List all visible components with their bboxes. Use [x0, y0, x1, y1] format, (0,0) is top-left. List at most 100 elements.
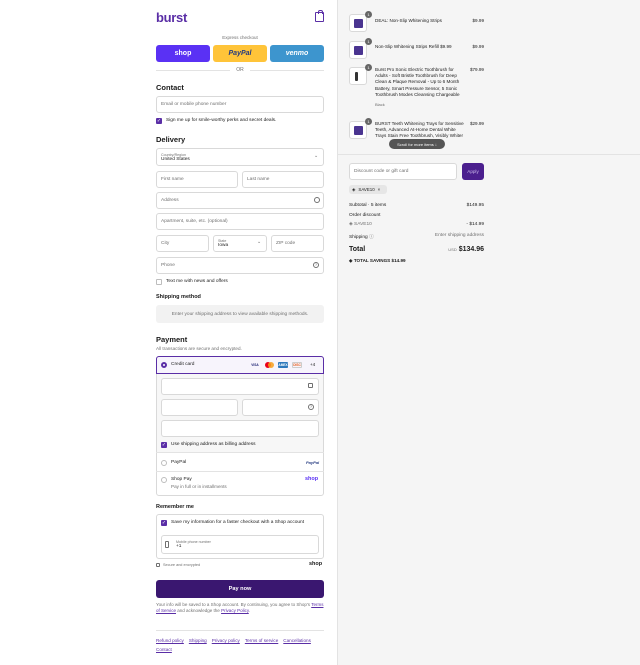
close-icon[interactable]: ×	[378, 187, 381, 192]
credit-card-label: Credit card	[171, 362, 195, 367]
quantity-badge: 1	[365, 118, 372, 125]
pay-now-button[interactable]: Pay now	[156, 580, 324, 598]
quantity-badge: 1	[365, 11, 372, 18]
save-info-label: Save my information for a faster checkou…	[171, 520, 305, 525]
search-icon	[314, 197, 320, 203]
help-icon[interactable]: ?	[308, 404, 314, 410]
quantity-badge: 1	[365, 38, 372, 45]
burst-logo[interactable]: burst	[156, 10, 187, 25]
privacy-policy-link[interactable]: Privacy policy	[212, 638, 240, 643]
apartment-field[interactable]: Apartment, suite, etc. (optional)	[156, 213, 324, 230]
help-icon[interactable]: ?	[313, 262, 319, 268]
shipping-link[interactable]: Shipping	[189, 638, 207, 643]
total-row: Total USD $134.96	[349, 246, 484, 253]
more-cards-badge: +4	[310, 362, 316, 367]
chevron-down-icon: ⌄	[314, 153, 319, 159]
mobile-phone-field[interactable]: Mobile phone number +1	[161, 535, 319, 554]
phone-field[interactable]: Phone	[156, 257, 324, 274]
last-name-field[interactable]: Last name	[242, 171, 324, 188]
legal-text-1: Your info will be saved to a Shop accoun…	[156, 602, 311, 607]
credit-card-radio[interactable]	[161, 362, 167, 368]
shop-pay-button[interactable]: shop	[156, 45, 210, 62]
country-select[interactable]: Country/Region United States	[156, 148, 324, 166]
order-discount-row: Order discount	[349, 213, 484, 218]
city-field[interactable]: City	[156, 235, 209, 252]
payment-subtitle: All transactions are secure and encrypte…	[156, 346, 242, 351]
tag-icon: ◈	[352, 186, 356, 192]
zip-field[interactable]: ZIP code	[271, 235, 324, 252]
subtotal-value: $149.95	[466, 203, 484, 208]
product-thumbnail	[349, 67, 367, 85]
cancellations-link[interactable]: Cancellations	[283, 638, 311, 643]
paypal-button[interactable]: PayPal	[213, 45, 267, 62]
save-info-checkbox[interactable]: ✓	[161, 520, 167, 526]
checkout-form-panel: burst Express checkout shop PayPal venmo…	[0, 0, 337, 665]
total-label: Total	[349, 246, 366, 253]
footer-divider	[156, 630, 324, 631]
privacy-link[interactable]: Privacy Policy	[221, 608, 249, 613]
footer-links: Refund policy Shipping Privacy policy Terms…	[156, 636, 324, 654]
refund-policy-link[interactable]: Refund policy	[156, 638, 184, 643]
signup-checkbox[interactable]: ✓	[156, 118, 162, 124]
amex-icon: AMEX	[278, 362, 288, 368]
discount-code-row: ◈ SAVE10 - $14.99	[349, 222, 484, 227]
country-value: United States	[161, 156, 190, 162]
terms-of-service-link[interactable]: Terms of service	[245, 638, 278, 643]
shop-pay-radio[interactable]	[161, 477, 167, 483]
email-field[interactable]: Email or mobile phone number	[156, 96, 324, 113]
discount-value: - $14.99	[466, 222, 484, 227]
lock-icon	[308, 383, 313, 388]
shop-logo: shop	[309, 561, 323, 567]
shop-pay-label[interactable]: Shop Pay	[171, 477, 192, 482]
total-savings: ◈ TOTAL SAVINGS $14.99	[349, 258, 406, 264]
expiration-field[interactable]	[161, 399, 238, 416]
legal-and: and acknowledge the	[176, 608, 222, 613]
discount-code-field[interactable]: Discount code or gift card	[349, 163, 457, 180]
legal-end: .	[248, 608, 251, 613]
discount-code-label: SAVE10	[354, 222, 372, 227]
text-me-checkbox[interactable]	[156, 279, 162, 285]
paypal-option-label[interactable]: PayPal	[171, 460, 186, 465]
shop-pay-subtitle: Pay in full or in installments	[171, 484, 227, 489]
mastercard-icon	[264, 362, 274, 368]
help-icon[interactable]: ⓘ	[369, 235, 374, 240]
shipping-method-heading: Shipping method	[156, 294, 201, 300]
scroll-more-pill[interactable]: Scroll for more items ↓	[389, 139, 445, 149]
paypal-radio[interactable]	[161, 460, 167, 466]
state-value: Iowa	[218, 243, 229, 248]
scroll-hint: Scroll for more items	[397, 141, 434, 147]
first-name-field[interactable]: First name	[156, 171, 238, 188]
item-variant: Black	[375, 102, 385, 107]
savings-value: $14.99	[391, 258, 406, 263]
address-field[interactable]: Address	[156, 192, 324, 209]
item-price: $9.99	[472, 18, 485, 23]
product-thumbnail	[349, 41, 367, 59]
divider	[156, 471, 324, 472]
name-on-card-field[interactable]	[161, 420, 319, 437]
apply-button[interactable]: Apply	[462, 163, 484, 180]
contact-heading: Contact	[156, 83, 184, 92]
discount-tag: ◈ SAVE10 ×	[349, 185, 387, 194]
divider	[156, 452, 324, 453]
billing-checkbox[interactable]: ✓	[161, 442, 167, 448]
shopping-bag-icon[interactable]	[315, 9, 324, 22]
subtotal-label: Subtotal · 5 items	[349, 203, 387, 208]
mobile-value: +1	[176, 544, 182, 549]
card-number-field[interactable]	[161, 378, 319, 395]
chevron-down-icon: ⌄	[257, 239, 262, 245]
order-discount-label: Order discount	[349, 213, 381, 218]
divider	[337, 154, 640, 155]
venmo-button[interactable]: venmo	[270, 45, 324, 62]
order-summary-panel	[337, 0, 640, 665]
shipping-label: Shipping	[349, 235, 368, 240]
discover-icon: DISC	[292, 362, 302, 368]
tag-icon: ◈	[349, 258, 353, 263]
secure-label: Secure and encrypted	[163, 563, 201, 567]
shop-pay-logo: shop	[305, 476, 319, 482]
product-thumbnail	[349, 14, 367, 32]
or-label: OR	[230, 67, 250, 73]
contact-link[interactable]: Contact	[156, 647, 172, 652]
visa-icon: VISA	[251, 363, 259, 367]
product-thumbnail	[349, 121, 367, 139]
arrow-down-icon: ↓	[434, 141, 437, 147]
